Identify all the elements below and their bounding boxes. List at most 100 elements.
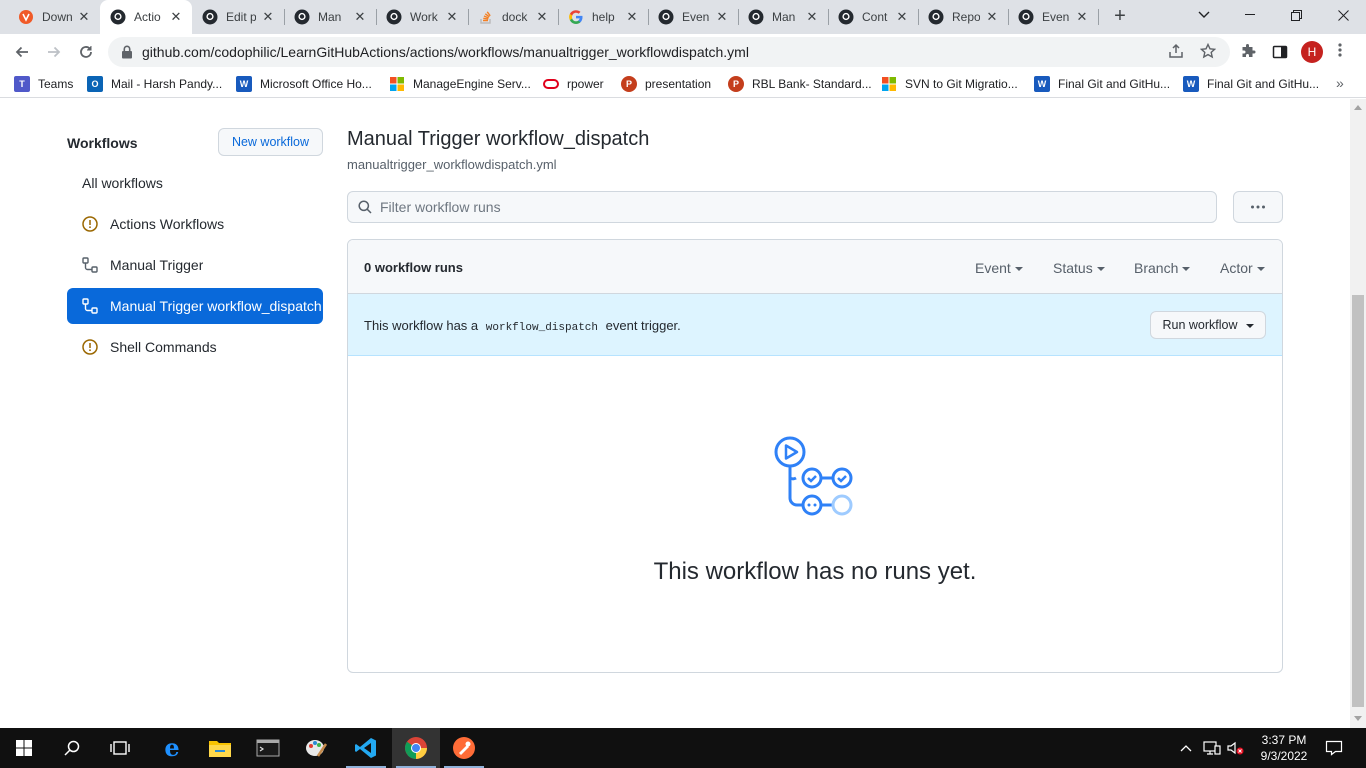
minimize-button[interactable]	[1227, 0, 1273, 30]
terminal-icon[interactable]	[244, 728, 292, 768]
close-tab-icon[interactable]: ✕	[804, 9, 820, 25]
scroll-up-arrow-icon[interactable]	[1354, 105, 1362, 110]
close-tab-icon[interactable]: ✕	[624, 9, 640, 25]
file-explorer-icon[interactable]	[196, 728, 244, 768]
sidebar-item-manual-trigger-workflow-dispatch[interactable]: Manual Trigger workflow_dispatch	[67, 288, 323, 324]
network-icon[interactable]	[1203, 728, 1221, 768]
bookmark-rpower[interactable]: rpower	[543, 75, 604, 93]
tab-0[interactable]: Down ✕	[8, 0, 101, 34]
bookmark-manageengine[interactable]: ManageEngine Serv...	[389, 75, 531, 93]
forward-button[interactable]	[40, 38, 68, 66]
bookmarks-overflow-icon[interactable]: »	[1336, 75, 1344, 91]
close-tab-icon[interactable]: ✕	[1074, 9, 1090, 25]
start-icon[interactable]	[0, 728, 48, 768]
close-tab-icon[interactable]: ✕	[894, 9, 910, 25]
tab-search-button[interactable]	[1181, 0, 1227, 30]
back-button[interactable]	[8, 38, 36, 66]
task-view-icon[interactable]	[96, 728, 144, 768]
page-title: Manual Trigger workflow_dispatch	[347, 128, 650, 150]
caret-down-icon	[1256, 267, 1265, 271]
new-tab-button[interactable]: +	[1108, 5, 1132, 29]
address-bar[interactable]: github.com/codophilic/LearnGitHubActions…	[108, 37, 1230, 67]
new-workflow-button[interactable]: New workflow	[218, 128, 323, 156]
close-tab-icon[interactable]: ✕	[534, 9, 550, 25]
sidebar-item-actions-workflows[interactable]: Actions Workflows	[67, 206, 323, 242]
powerpoint-icon: P	[728, 76, 744, 92]
side-panel-icon[interactable]	[1266, 38, 1294, 66]
chrome-menu-icon[interactable]	[1338, 42, 1346, 62]
close-tab-icon[interactable]: ✕	[984, 9, 1000, 25]
tab-9[interactable]: Cont ✕	[828, 0, 919, 34]
paint-icon[interactable]	[292, 728, 340, 768]
close-tab-icon[interactable]: ✕	[352, 9, 368, 25]
tab-3[interactable]: Man ✕	[284, 0, 377, 34]
share-icon[interactable]	[1168, 43, 1184, 64]
microsoft-icon	[389, 76, 405, 92]
tab-11[interactable]: Even ✕	[1008, 0, 1099, 34]
tab-2[interactable]: Edit p ✕	[192, 0, 285, 34]
tab-8[interactable]: Man ✕	[738, 0, 829, 34]
actions-workflow-illustration-icon	[773, 435, 857, 519]
close-tab-icon[interactable]: ✕	[444, 9, 460, 25]
edge-icon[interactable]: e	[148, 728, 196, 768]
restore-button[interactable]	[1273, 0, 1319, 30]
close-window-button[interactable]	[1320, 0, 1366, 30]
close-tab-icon[interactable]: ✕	[714, 9, 730, 25]
more-options-button[interactable]	[1233, 191, 1283, 223]
alert-icon	[82, 339, 98, 355]
sidebar-item-shell-commands[interactable]: Shell Commands	[67, 329, 323, 365]
word-icon: W	[236, 76, 252, 92]
bookmark-final-git-2[interactable]: W Final Git and GitHu...	[1183, 75, 1319, 93]
reload-button[interactable]	[72, 38, 100, 66]
lock-icon[interactable]	[112, 45, 142, 59]
bookmark-presentation[interactable]: P presentation	[621, 75, 711, 93]
tab-7[interactable]: Even ✕	[648, 0, 739, 34]
workflow-filename-link[interactable]: manualtrigger_workflowdispatch.yml	[347, 157, 557, 172]
extensions-icon[interactable]	[1234, 38, 1262, 66]
event-filter-dropdown[interactable]: Event	[975, 260, 1023, 276]
notifications-icon[interactable]	[1325, 728, 1343, 768]
sidebar-item-all-workflows[interactable]: All workflows	[67, 165, 323, 201]
caret-down-icon	[1096, 267, 1105, 271]
filter-box[interactable]	[347, 191, 1217, 223]
run-workflow-button[interactable]: Run workflow	[1150, 311, 1266, 339]
dispatch-banner: This workflow has a workflow_dispatch ev…	[348, 294, 1282, 356]
bookmark-office[interactable]: W Microsoft Office Ho...	[236, 75, 372, 93]
github-icon	[838, 9, 854, 25]
postman-icon[interactable]	[440, 728, 488, 768]
bookmark-teams[interactable]: T Teams	[14, 75, 73, 93]
google-icon	[568, 9, 584, 25]
tab-5[interactable]: dock ✕	[468, 0, 559, 34]
search-icon[interactable]	[48, 728, 96, 768]
status-filter-dropdown[interactable]: Status	[1053, 260, 1105, 276]
bookmark-star-icon[interactable]	[1199, 42, 1217, 64]
microsoft-icon	[881, 76, 897, 92]
bookmark-final-git-1[interactable]: W Final Git and GitHu...	[1034, 75, 1170, 93]
tab-6[interactable]: help ✕	[558, 0, 649, 34]
volume-muted-icon[interactable]	[1226, 728, 1244, 768]
scrollbar-thumb[interactable]	[1352, 295, 1364, 707]
sidebar-item-manual-trigger[interactable]: Manual Trigger	[67, 247, 323, 283]
scroll-down-arrow-icon[interactable]	[1354, 716, 1362, 721]
word-icon: W	[1183, 76, 1199, 92]
github-icon	[748, 9, 764, 25]
branch-filter-dropdown[interactable]: Branch	[1134, 260, 1191, 276]
page-scrollbar[interactable]	[1350, 99, 1366, 728]
vscode-icon[interactable]	[342, 728, 390, 768]
tab-4[interactable]: Work ✕	[376, 0, 469, 34]
windows-taskbar: e 3:37 PM 9/3/2022	[0, 728, 1366, 768]
close-tab-icon[interactable]: ✕	[260, 9, 276, 25]
show-hidden-icons-button[interactable]	[1180, 728, 1192, 768]
bookmark-rbl[interactable]: P RBL Bank- Standard...	[728, 75, 872, 93]
close-tab-icon[interactable]: ✕	[168, 9, 184, 25]
actor-filter-dropdown[interactable]: Actor	[1220, 260, 1265, 276]
bookmark-svn[interactable]: SVN to Git Migratio...	[881, 75, 1018, 93]
bookmark-mail[interactable]: O Mail - Harsh Pandy...	[87, 75, 222, 93]
close-tab-icon[interactable]: ✕	[76, 9, 92, 25]
system-clock[interactable]: 3:37 PM 9/3/2022	[1254, 732, 1314, 764]
chrome-icon[interactable]	[392, 728, 440, 768]
tab-1[interactable]: Actio ✕	[100, 0, 192, 34]
profile-avatar[interactable]: H	[1301, 41, 1323, 63]
filter-workflow-runs-input[interactable]	[380, 199, 1180, 215]
tab-10[interactable]: Repo ✕	[918, 0, 1009, 34]
